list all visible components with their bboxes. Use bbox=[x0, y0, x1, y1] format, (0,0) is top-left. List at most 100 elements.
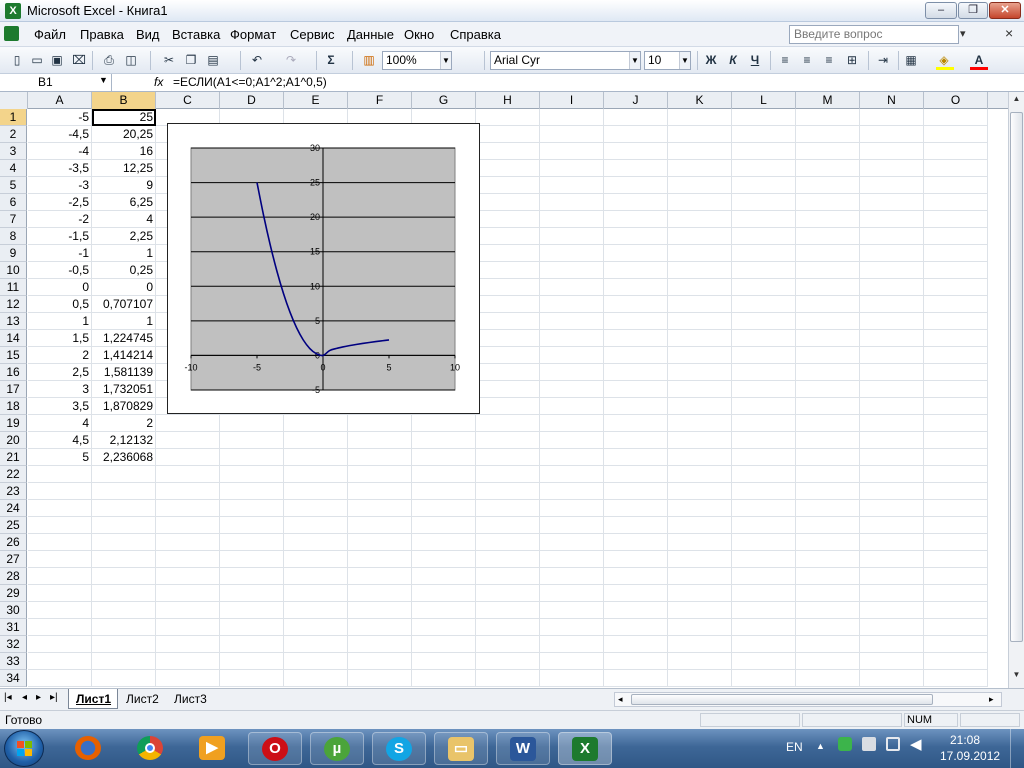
column-header-f[interactable]: F bbox=[348, 92, 412, 109]
column-header-g[interactable]: G bbox=[412, 92, 476, 109]
cell[interactable] bbox=[604, 517, 668, 534]
cell[interactable]: 4 bbox=[28, 415, 92, 432]
cell[interactable] bbox=[476, 483, 540, 500]
cell[interactable] bbox=[732, 653, 796, 670]
column-header-c[interactable]: C bbox=[156, 92, 220, 109]
cell[interactable]: 0 bbox=[28, 279, 92, 296]
cell[interactable] bbox=[540, 568, 604, 585]
cell[interactable] bbox=[476, 568, 540, 585]
cell[interactable] bbox=[476, 245, 540, 262]
cell[interactable] bbox=[220, 568, 284, 585]
menu-file[interactable]: Файл bbox=[34, 27, 66, 42]
cell[interactable] bbox=[284, 517, 348, 534]
column-header-a[interactable]: A bbox=[28, 92, 92, 109]
cell[interactable] bbox=[92, 602, 156, 619]
cell[interactable] bbox=[348, 636, 412, 653]
start-button[interactable] bbox=[4, 730, 44, 767]
paste-icon[interactable]: ▤ bbox=[204, 51, 222, 69]
print-preview-icon[interactable]: ◫ bbox=[122, 51, 140, 69]
cell[interactable] bbox=[796, 160, 860, 177]
cell[interactable] bbox=[476, 415, 540, 432]
cell[interactable] bbox=[412, 568, 476, 585]
language-indicator[interactable]: EN bbox=[786, 740, 803, 754]
cell[interactable] bbox=[412, 602, 476, 619]
cell[interactable] bbox=[860, 262, 924, 279]
cell[interactable] bbox=[668, 619, 732, 636]
cell[interactable] bbox=[476, 347, 540, 364]
underline-button[interactable]: Ч bbox=[746, 51, 764, 69]
cell[interactable] bbox=[476, 177, 540, 194]
cell[interactable] bbox=[220, 585, 284, 602]
cell[interactable] bbox=[92, 636, 156, 653]
cell[interactable] bbox=[348, 432, 412, 449]
row-header[interactable]: 3 bbox=[0, 143, 27, 160]
cell[interactable] bbox=[732, 126, 796, 143]
cell[interactable]: -2 bbox=[28, 211, 92, 228]
cell[interactable] bbox=[220, 466, 284, 483]
cell[interactable] bbox=[348, 534, 412, 551]
cell[interactable] bbox=[796, 126, 860, 143]
cell[interactable] bbox=[220, 534, 284, 551]
redo-icon[interactable]: ↷ bbox=[282, 51, 300, 69]
row-header[interactable]: 8 bbox=[0, 228, 27, 245]
cell[interactable] bbox=[412, 483, 476, 500]
cell[interactable]: 1,732051 bbox=[92, 381, 156, 398]
font-name-select[interactable]: Arial Cyr ▼ bbox=[490, 51, 641, 70]
cell[interactable] bbox=[284, 568, 348, 585]
cell[interactable] bbox=[28, 483, 92, 500]
cell[interactable] bbox=[860, 126, 924, 143]
column-header-l[interactable]: L bbox=[732, 92, 796, 109]
cell[interactable] bbox=[604, 228, 668, 245]
row-header[interactable]: 10 bbox=[0, 262, 27, 279]
cell[interactable] bbox=[796, 466, 860, 483]
cell[interactable] bbox=[604, 160, 668, 177]
cell[interactable] bbox=[860, 568, 924, 585]
cell[interactable] bbox=[412, 415, 476, 432]
cell[interactable] bbox=[924, 466, 988, 483]
row-header[interactable]: 31 bbox=[0, 619, 27, 636]
cell[interactable]: 1,581139 bbox=[92, 364, 156, 381]
row-header[interactable]: 21 bbox=[0, 449, 27, 466]
menu-window[interactable]: Окно bbox=[404, 27, 434, 42]
cell[interactable] bbox=[476, 330, 540, 347]
cell[interactable]: 20,25 bbox=[92, 126, 156, 143]
cell[interactable]: 1 bbox=[92, 245, 156, 262]
menu-edit[interactable]: Правка bbox=[80, 27, 124, 42]
cell[interactable] bbox=[604, 500, 668, 517]
cell[interactable] bbox=[924, 143, 988, 160]
cell[interactable] bbox=[156, 415, 220, 432]
cell[interactable] bbox=[924, 517, 988, 534]
cell[interactable] bbox=[860, 211, 924, 228]
row-header[interactable]: 11 bbox=[0, 279, 27, 296]
cell[interactable] bbox=[540, 398, 604, 415]
cell[interactable] bbox=[540, 143, 604, 160]
zoom-select[interactable]: 100% ▼ bbox=[382, 51, 452, 70]
scroll-thumb[interactable] bbox=[1010, 112, 1023, 642]
cell[interactable] bbox=[924, 432, 988, 449]
open-icon[interactable]: ▭ bbox=[28, 51, 46, 69]
cell[interactable] bbox=[860, 279, 924, 296]
cell[interactable] bbox=[924, 296, 988, 313]
cell[interactable] bbox=[860, 245, 924, 262]
cell[interactable] bbox=[540, 483, 604, 500]
cell[interactable] bbox=[668, 398, 732, 415]
row-header[interactable]: 16 bbox=[0, 364, 27, 381]
cell[interactable] bbox=[220, 653, 284, 670]
cell[interactable] bbox=[92, 500, 156, 517]
cell[interactable] bbox=[92, 517, 156, 534]
cell[interactable] bbox=[668, 670, 732, 687]
cell[interactable] bbox=[796, 143, 860, 160]
undo-icon[interactable]: ↶ bbox=[248, 51, 266, 69]
row-header[interactable]: 25 bbox=[0, 517, 27, 534]
cell[interactable] bbox=[668, 551, 732, 568]
cell[interactable] bbox=[860, 160, 924, 177]
cell[interactable] bbox=[28, 653, 92, 670]
restore-button[interactable]: ❐ bbox=[958, 2, 988, 19]
cell[interactable] bbox=[668, 636, 732, 653]
cell[interactable] bbox=[860, 449, 924, 466]
excel-taskbar[interactable]: X bbox=[558, 732, 612, 765]
cell[interactable]: 4,5 bbox=[28, 432, 92, 449]
cell[interactable] bbox=[540, 279, 604, 296]
cell[interactable] bbox=[476, 143, 540, 160]
cell[interactable] bbox=[348, 551, 412, 568]
